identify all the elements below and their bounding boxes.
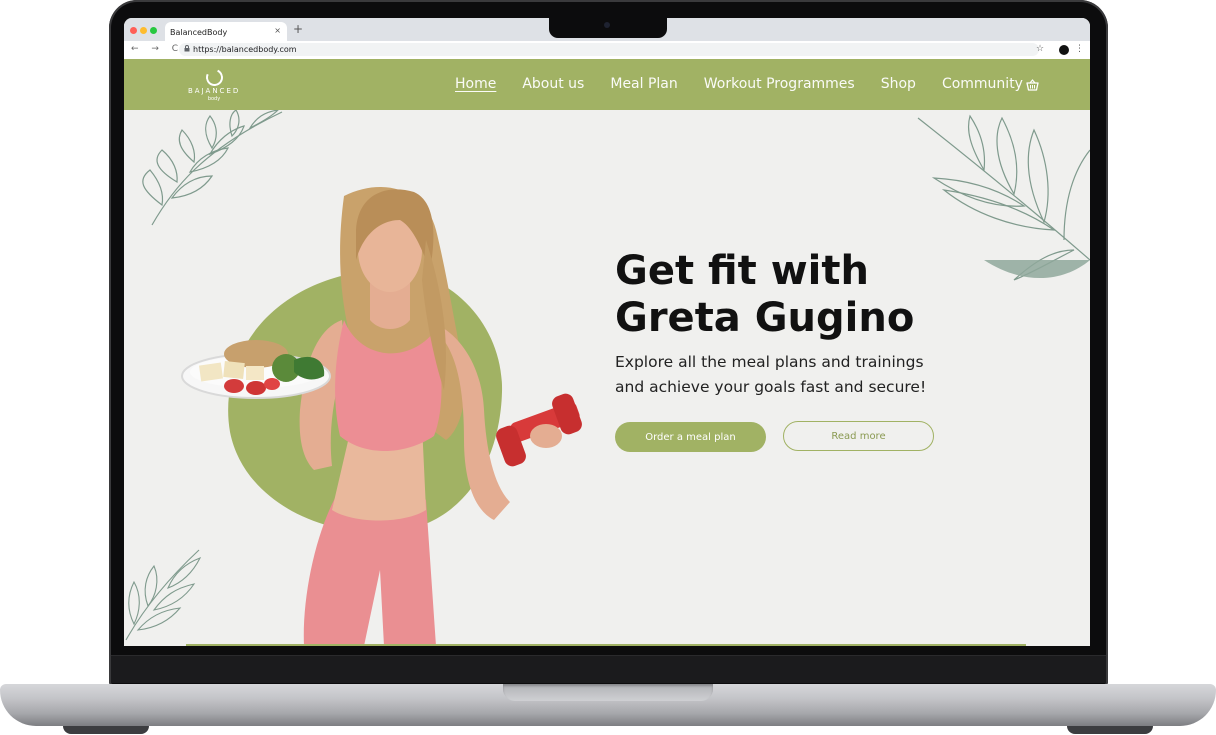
url-field[interactable]: https://balancedbody.com	[179, 43, 1039, 56]
hero-subtitle-line-2: and achieve your goals fast and secure!	[615, 378, 927, 396]
profile-avatar[interactable]	[1059, 45, 1069, 55]
basket-icon[interactable]	[1026, 76, 1039, 95]
main-menu: Home About us Meal Plan Workout Programm…	[455, 75, 1049, 93]
address-bar-row: ← → C https://balancedbody.com ☆ ⋮	[124, 41, 1090, 60]
fitness-model-image	[181, 186, 582, 646]
order-meal-plan-button[interactable]: Order a meal plan	[615, 422, 766, 452]
site-logo[interactable]: BAJANCED body	[188, 66, 241, 102]
nav-home[interactable]: Home	[455, 76, 496, 92]
hero-title-line-2: Greta Gugino	[615, 295, 915, 341]
hero-title: Get fit with Greta Gugino	[615, 248, 975, 342]
tab-close-icon[interactable]: ×	[274, 26, 281, 35]
browser-nav-icons[interactable]: ← → C	[131, 44, 183, 54]
nav-meal-plan[interactable]: Meal Plan	[610, 76, 677, 92]
minimize-window-dot[interactable]	[140, 27, 147, 34]
nav-workout-programmes[interactable]: Workout Programmes	[704, 76, 855, 92]
site-header: BAJANCED body Home About us Meal Plan Wo…	[124, 59, 1090, 110]
nav-shop[interactable]: Shop	[881, 76, 916, 92]
lock-icon	[184, 45, 190, 54]
maximize-window-dot[interactable]	[150, 27, 157, 34]
laptop-foot-left	[63, 726, 149, 734]
logo-wordmark: BAJANCED	[188, 87, 241, 95]
tab-title: BalancedBody	[170, 28, 228, 37]
hero-subtitle-line-1: Explore all the meal plans and trainings	[615, 353, 924, 371]
screen: BalancedBody × + ← → C https://balancedb…	[124, 18, 1090, 646]
logo-subtext: body	[207, 96, 221, 102]
new-tab-icon[interactable]: +	[293, 23, 303, 35]
browser-menu-icon[interactable]: ⋮	[1075, 44, 1084, 54]
nav-community[interactable]: Community	[942, 76, 1023, 92]
url-text: https://balancedbody.com	[193, 45, 297, 54]
read-more-button[interactable]: Read more	[783, 421, 934, 451]
laptop-hinge-notch	[503, 684, 713, 701]
hero-subtitle: Explore all the meal plans and trainings…	[615, 350, 955, 400]
hero-section: Get fit with Greta Gugino Explore all th…	[124, 110, 1090, 646]
laptop-foot-right	[1067, 726, 1153, 734]
bookmark-star-icon[interactable]: ☆	[1036, 44, 1044, 54]
hero-title-line-1: Get fit with	[615, 248, 869, 294]
nav-about-us[interactable]: About us	[522, 76, 584, 92]
laptop-bezel	[111, 655, 1106, 683]
camera-icon	[604, 22, 610, 28]
hero-bottom-divider	[186, 644, 1026, 646]
browser-tab[interactable]: BalancedBody ×	[165, 22, 287, 41]
logo-ring-icon	[203, 66, 225, 89]
camera-notch	[549, 17, 667, 38]
close-window-dot[interactable]	[130, 27, 137, 34]
